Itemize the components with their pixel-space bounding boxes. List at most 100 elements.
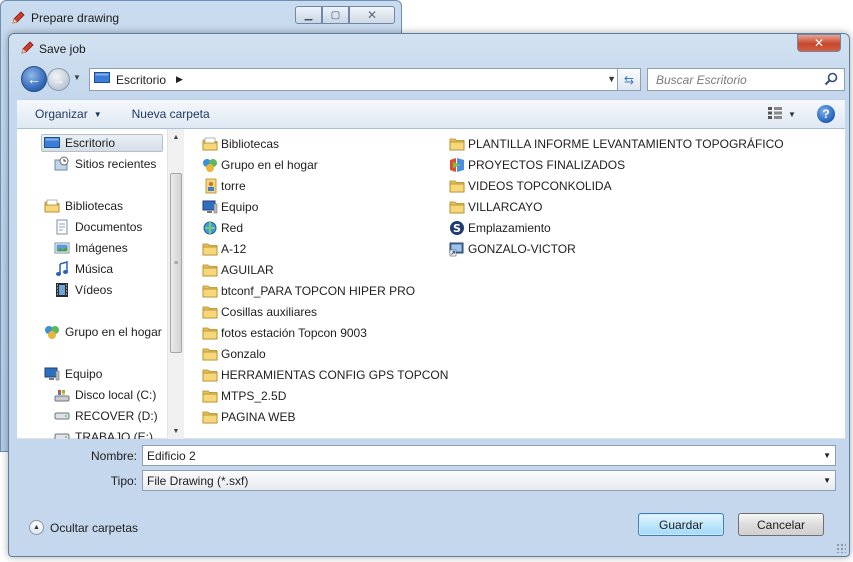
nav-item-trabajo-e[interactable]: TRABAJO (E:) bbox=[53, 428, 153, 439]
folder-icon bbox=[202, 241, 218, 257]
list-item-label: Grupo en el hogar bbox=[221, 157, 318, 172]
nav-item-label: Equipo bbox=[65, 367, 103, 381]
breadcrumb-escritorio[interactable]: Escritorio bbox=[116, 73, 166, 87]
libraries-icon bbox=[43, 198, 61, 214]
list-item[interactable]: VIDEOS TOPCONKOLIDA bbox=[449, 176, 612, 195]
homegroup-icon bbox=[202, 157, 218, 173]
new-folder-label: Nueva carpeta bbox=[131, 107, 210, 121]
videos-icon bbox=[53, 282, 71, 298]
list-item[interactable]: torre bbox=[202, 176, 246, 195]
dialog-close-button[interactable]: ✕ bbox=[797, 34, 841, 52]
list-item[interactable]: MTPS_2.5D bbox=[202, 386, 286, 405]
recent-locations-dropdown[interactable]: ▼ bbox=[73, 73, 81, 82]
nav-item-escritorio[interactable]: Escritorio bbox=[41, 134, 163, 152]
nav-item-música[interactable]: Música bbox=[53, 260, 113, 278]
search-input[interactable] bbox=[656, 72, 816, 87]
nav-item-equipo[interactable]: Equipo bbox=[43, 365, 102, 383]
name-label: Nombre: bbox=[90, 449, 137, 463]
nav-pane-scrollbar[interactable]: ▲ ≡ ▼ bbox=[167, 129, 184, 439]
nav-item-sitios-recientes[interactable]: Sitios recientes bbox=[53, 155, 156, 173]
list-item[interactable]: Gonzalo bbox=[202, 344, 266, 363]
chevron-down-icon: ▼ bbox=[93, 109, 102, 119]
nav-item-grupo-en-el-hogar[interactable]: Grupo en el hogar bbox=[43, 323, 162, 341]
refresh-icon: ⇆ bbox=[623, 72, 635, 87]
nav-item-label: Imágenes bbox=[75, 241, 128, 255]
search-box[interactable] bbox=[647, 68, 845, 91]
list-item[interactable]: VILLARCAYO bbox=[449, 197, 542, 216]
scroll-up-icon[interactable]: ▲ bbox=[168, 129, 184, 145]
save-button[interactable]: Guardar bbox=[638, 513, 724, 536]
search-icon[interactable] bbox=[824, 72, 838, 89]
folder-icon bbox=[202, 283, 218, 299]
list-item[interactable]: S Emplazamiento bbox=[449, 218, 551, 237]
folder-icon bbox=[202, 262, 218, 278]
computer-icon bbox=[202, 199, 218, 215]
list-item[interactable]: Bibliotecas bbox=[202, 134, 279, 153]
nav-item-disco-local-c[interactable]: Disco local (C:) bbox=[53, 386, 156, 404]
nav-item-documentos[interactable]: Documentos bbox=[53, 218, 142, 236]
scroll-down-icon[interactable]: ▼ bbox=[168, 423, 184, 439]
caption-buttons: ▁ ▢ ✕ bbox=[295, 6, 395, 24]
filename-input[interactable] bbox=[147, 448, 807, 463]
nav-item-imágenes[interactable]: Imágenes bbox=[53, 239, 128, 257]
file-list: Bibliotecas Grupo en el hogar torre Equipo R… bbox=[184, 129, 845, 439]
list-item[interactable]: btconf_PARA TOPCON HIPER PRO bbox=[202, 281, 415, 300]
svg-text:S: S bbox=[453, 222, 461, 235]
save-job-dialog: Save job ✕ ← → ▼ Escritorio ▶ ▼ ⇆ Organi… bbox=[8, 33, 850, 557]
s-shortcut-icon: S bbox=[449, 220, 465, 236]
back-button[interactable]: ← bbox=[21, 66, 47, 92]
organize-menu[interactable]: Organizar ▼ bbox=[17, 107, 120, 121]
chevron-down-icon[interactable]: ▼ bbox=[823, 476, 831, 485]
list-item[interactable]: fotos estación Topcon 9003 bbox=[202, 323, 367, 342]
hide-folders-toggle[interactable]: ▲ Ocultar carpetas bbox=[29, 520, 138, 535]
drive-icon bbox=[53, 429, 71, 439]
dialog-title: Save job bbox=[39, 42, 86, 56]
folder-icon bbox=[449, 178, 465, 194]
recent-places-icon bbox=[53, 156, 71, 172]
address-bar[interactable]: Escritorio ▶ ▼ bbox=[89, 68, 623, 91]
nav-item-vídeos[interactable]: Vídeos bbox=[53, 281, 112, 299]
list-item[interactable]: A-12 bbox=[202, 239, 246, 258]
list-item-label: Gonzalo bbox=[221, 346, 266, 361]
scroll-thumb[interactable]: ≡ bbox=[170, 173, 182, 353]
list-item-label: MTPS_2.5D bbox=[221, 388, 287, 403]
filetype-select[interactable]: File Drawing (*.sxf) ▼ bbox=[142, 470, 836, 491]
help-button[interactable]: ? bbox=[817, 105, 835, 123]
change-view-button[interactable]: ▼ bbox=[761, 107, 803, 121]
list-item-label: HERRAMIENTAS CONFIG GPS TOPCON bbox=[221, 367, 449, 382]
list-item[interactable]: AGUILAR bbox=[202, 260, 274, 279]
list-item[interactable]: Cosillas auxiliares bbox=[202, 302, 317, 321]
list-item[interactable]: HERRAMIENTAS CONFIG GPS TOPCON bbox=[202, 365, 448, 384]
close-button[interactable]: ✕ bbox=[349, 6, 395, 24]
nav-item-bibliotecas[interactable]: Bibliotecas bbox=[43, 197, 123, 215]
nav-item-label: Sitios recientes bbox=[75, 157, 157, 171]
list-item[interactable]: GONZALO-VICTOR bbox=[449, 239, 576, 258]
list-item-label: Red bbox=[221, 220, 244, 235]
list-item[interactable]: Equipo bbox=[202, 197, 258, 216]
list-item[interactable]: PROYECTOS FINALIZADOS bbox=[449, 155, 625, 174]
refresh-button[interactable]: ⇆ bbox=[617, 68, 641, 91]
documents-icon bbox=[53, 219, 71, 235]
filename-combobox[interactable]: ▼ bbox=[142, 445, 836, 466]
minimize-button[interactable]: ▁ bbox=[295, 6, 322, 24]
list-item-label: VIDEOS TOPCONKOLIDA bbox=[468, 178, 612, 193]
desktop-icon bbox=[43, 135, 61, 151]
new-folder-button[interactable]: Nueva carpeta bbox=[120, 107, 228, 121]
folder-icon bbox=[202, 325, 218, 341]
nav-item-label: TRABAJO (E:) bbox=[75, 430, 154, 439]
list-item[interactable]: PLANTILLA INFORME LEVANTAMIENTO TOPOGRÁF… bbox=[449, 134, 784, 153]
forward-button[interactable]: → bbox=[47, 68, 70, 91]
address-dropdown-icon[interactable]: ▼ bbox=[607, 74, 616, 84]
resize-grip[interactable] bbox=[836, 543, 846, 553]
cancel-button[interactable]: Cancelar bbox=[738, 513, 824, 536]
breadcrumb-arrow-icon[interactable]: ▶ bbox=[176, 74, 183, 85]
maximize-button[interactable]: ▢ bbox=[322, 6, 349, 24]
nav-item-recover-d[interactable]: RECOVER (D:) bbox=[53, 407, 158, 425]
list-item-label: AGUILAR bbox=[221, 262, 274, 277]
list-item[interactable]: PAGINA WEB bbox=[202, 407, 295, 426]
list-item[interactable]: Red bbox=[202, 218, 243, 237]
chevron-down-icon[interactable]: ▼ bbox=[788, 110, 796, 119]
address-row: ← → ▼ Escritorio ▶ ▼ ⇆ bbox=[17, 65, 845, 95]
list-item[interactable]: Grupo en el hogar bbox=[202, 155, 318, 174]
chevron-down-icon[interactable]: ▼ bbox=[823, 451, 831, 460]
